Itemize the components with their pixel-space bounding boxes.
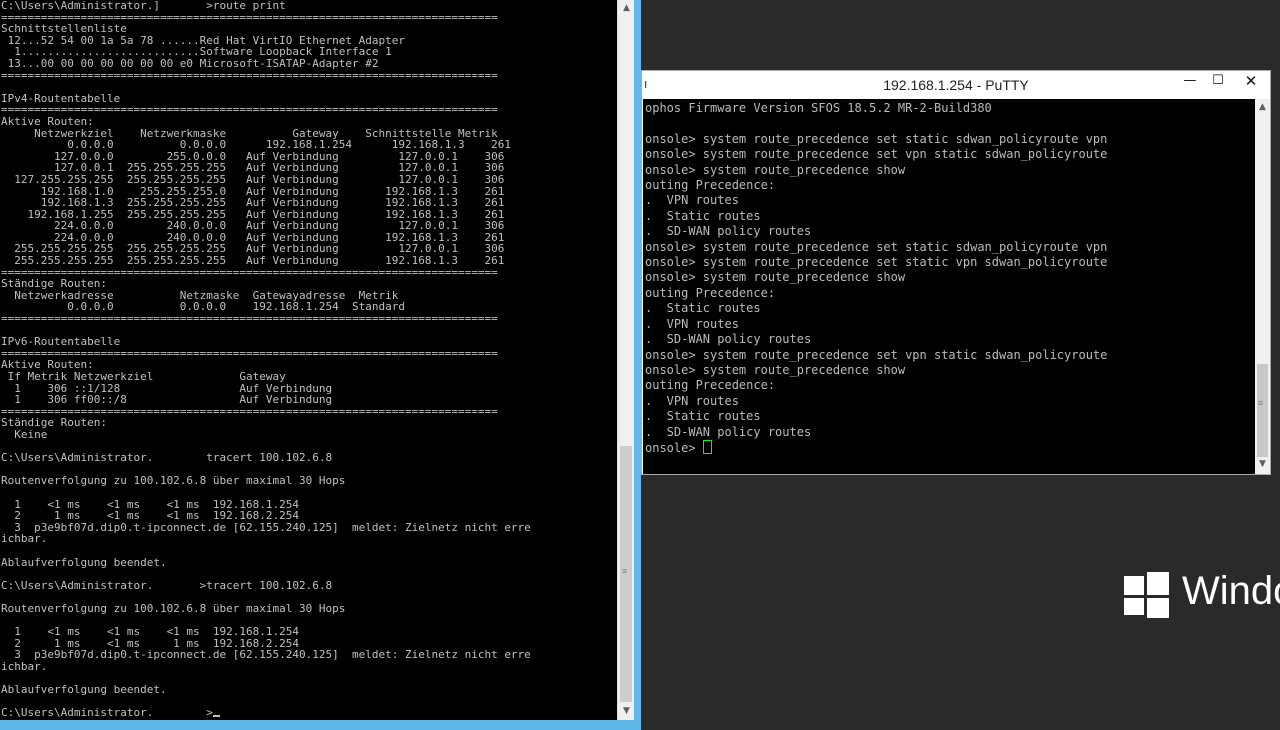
putty-line: outing Precedence: [645,178,776,193]
scroll-up-arrow-icon[interactable]: ▲ [618,0,635,17]
cmd-window-border [634,0,641,730]
putty-line: . Static routes [645,409,761,424]
putty-line: onsole> system route_precedence set vpn … [645,347,1108,362]
scroll-down-arrow-icon[interactable]: ▼ [618,703,635,720]
close-button[interactable]: ✕ [1232,71,1270,93]
putty-line: . SD-WAN policy routes [645,224,812,239]
cmd-line: C:\Users\Administrator. tracert 100.102.… [1,451,333,465]
cmd-cursor [212,715,220,718]
putty-line: onsole> system route_precedence show [645,362,906,377]
cmd-line: ========================================… [1,68,498,82]
putty-line: . SD-WAN policy routes [645,424,812,439]
putty-prompt: onsole> [645,440,703,455]
putty-line: outing Precedence: [645,285,776,300]
putty-line: . Static routes [645,208,761,223]
cmd-line: ichbar. [1,659,48,673]
cmd-prompt: C:\Users\Administrator. > [1,706,213,720]
putty-output: ophos Firmware Version SFOS 18.5.2 MR-2-… [643,99,1255,456]
putty-window[interactable]: ı 192.168.1.254 - PuTTY — ☐ ✕ ophos Firm… [641,70,1271,475]
scroll-up-arrow-icon[interactable]: ▲ [1255,99,1270,116]
cmd-line: ========================================… [1,312,498,326]
putty-line: . VPN routes [645,193,739,208]
grip-icon: ≡ [622,566,628,576]
grip-icon: ≡ [1258,398,1264,408]
putty-line: . Static routes [645,301,761,316]
putty-scrollbar-thumb[interactable] [1257,364,1268,457]
cmd-window-border-bottom [0,720,641,730]
putty-line: ophos Firmware Version SFOS 18.5.2 MR-2-… [645,101,992,115]
putty-terminal[interactable]: ophos Firmware Version SFOS 18.5.2 MR-2-… [643,99,1255,474]
putty-titlebar[interactable]: ı 192.168.1.254 - PuTTY — ☐ ✕ [642,71,1270,99]
putty-cursor [702,439,712,454]
cmd-line: Ablaufverfolgung beendet. [1,683,167,697]
putty-output-lines: ophos Firmware Version SFOS 18.5.2 MR-2-… [645,101,1107,439]
putty-line: onsole> system route_precedence show [645,162,906,177]
cmd-line: 3 p3e9bf07d.dip0.t-ipconnect.de [62.155.… [14,648,531,662]
cmd-line: ichbar. [1,532,48,546]
cmd-scrollbar[interactable]: ▲ ≡ ▼ [617,0,635,720]
putty-line: onsole> system route_precedence set stat… [645,131,1108,146]
minimize-button[interactable]: — [1176,71,1204,93]
putty-line: onsole> system route_precedence show [645,270,906,285]
cmd-line: Routenverfolgung zu 100.102.6.8 über max… [1,601,346,615]
putty-line: . VPN routes [645,393,739,408]
cmd-line: Routenverfolgung zu 100.102.6.8 über max… [1,474,346,488]
cmd-console-window[interactable]: C:\Users\Administrator.] >route print ==… [0,0,617,720]
maximize-button[interactable]: ☐ [1204,71,1232,93]
cmd-line: C:\Users\Administrator. >tracert 100.102… [1,578,333,592]
putty-scrollbar[interactable]: ▲ ≡ ▼ [1255,99,1270,474]
putty-line: outing Precedence: [645,378,776,393]
cmd-output: C:\Users\Administrator.] >route print ==… [0,0,617,719]
windows-wordmark: Windo [1182,569,1280,613]
cmd-line: Keine [14,427,48,441]
putty-line: onsole> system route_precedence set vpn … [645,147,1108,162]
scroll-down-arrow-icon[interactable]: ▼ [1255,456,1270,473]
cmd-output-lines: C:\Users\Administrator.] >route print ==… [1,0,531,696]
cmd-line: 3 p3e9bf07d.dip0.t-ipconnect.de [62.155.… [14,520,531,534]
putty-line: . SD-WAN policy routes [645,332,812,347]
putty-line: onsole> system route_precedence set stat… [645,239,1108,254]
putty-line: . VPN routes [645,316,739,331]
putty-line: onsole> system route_precedence set stat… [645,255,1108,270]
cmd-line: Ablaufverfolgung beendet. [1,555,167,569]
